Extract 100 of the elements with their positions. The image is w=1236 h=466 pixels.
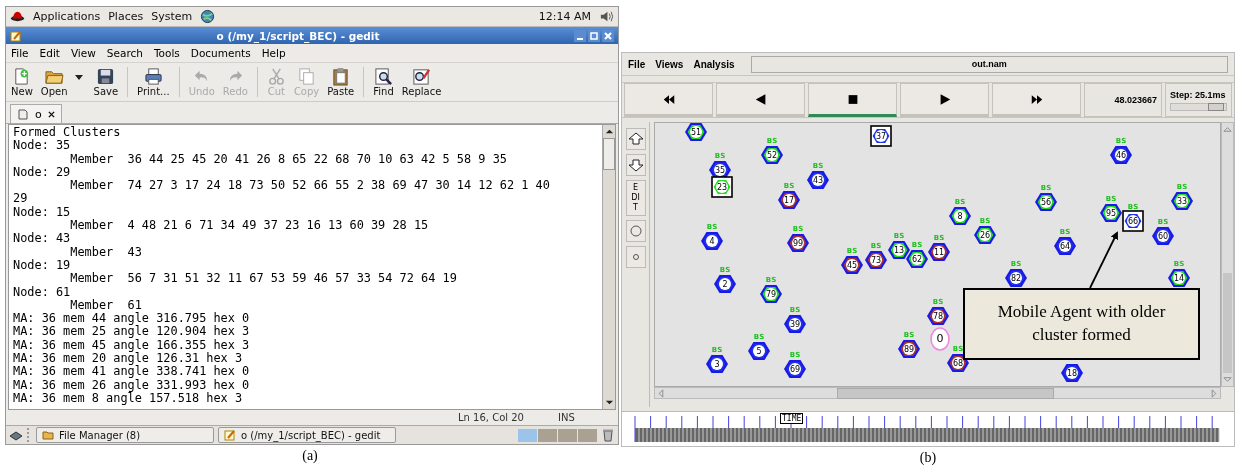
globe-icon[interactable] [200, 9, 216, 24]
text-line: 29 [13, 192, 29, 206]
notepad-icon [224, 429, 236, 441]
network-node[interactable]: 26 [974, 226, 996, 244]
workspace-switch[interactable] [558, 428, 577, 442]
minimize-icon[interactable] [574, 29, 586, 42]
network-node[interactable]: 73 [865, 251, 887, 269]
zoom-out-button[interactable] [625, 154, 646, 176]
scroll-thumb[interactable] [603, 138, 615, 170]
maximize-icon[interactable] [588, 29, 600, 42]
scroll-down-icon[interactable] [604, 398, 614, 407]
network-node[interactable]: 78 [927, 307, 949, 325]
menu-item[interactable]: Views [655, 58, 684, 70]
network-node[interactable]: 89 [898, 340, 920, 358]
document-tab[interactable]: o [10, 104, 62, 123]
network-node[interactable]: 64 [1054, 237, 1076, 255]
menu-item[interactable]: Edit [39, 47, 60, 59]
timeline[interactable]: TIME [622, 411, 1234, 446]
network-node[interactable]: 33 [1171, 192, 1193, 210]
rewind-button[interactable] [624, 83, 713, 117]
network-node[interactable]: 43 [807, 171, 829, 189]
toolbar-button[interactable]: Open [37, 67, 71, 97]
small-circle-button[interactable] [625, 246, 646, 268]
taskbar-button[interactable]: o (/my_1/script_BEC) - gedit [218, 427, 396, 443]
zoom-in-button[interactable] [625, 128, 646, 150]
network-node[interactable]: 3 [706, 355, 728, 373]
network-node[interactable]: 0 [930, 327, 950, 351]
menu-item[interactable]: View [70, 47, 96, 59]
panel-menu[interactable]: System [151, 10, 193, 23]
clock[interactable]: 12:14 AM [538, 10, 591, 23]
network-node[interactable]: 14 [1168, 269, 1190, 287]
vertical-scrollbar[interactable] [602, 125, 615, 409]
menu-item[interactable]: Documents [190, 47, 251, 59]
menu-item[interactable]: Tools [153, 47, 180, 59]
workspace-switch[interactable] [518, 428, 537, 442]
workspace-switch[interactable] [578, 428, 597, 442]
text-line: Formed Clusters [13, 126, 122, 139]
network-node[interactable]: 4 [701, 232, 723, 250]
toolbar-button[interactable]: Find [370, 67, 397, 97]
vertical-scrollbar[interactable] [1221, 122, 1234, 387]
folder-icon [42, 429, 54, 441]
edit-button[interactable]: EDIT [625, 180, 646, 216]
fast-forward-button[interactable] [992, 83, 1081, 117]
network-node[interactable]: 23 [711, 176, 733, 198]
network-node[interactable]: 99 [787, 234, 809, 252]
trash-icon[interactable] [601, 428, 615, 442]
dropdown-caret-icon[interactable] [74, 74, 83, 80]
network-node[interactable]: 11 [928, 243, 950, 261]
scroll-up-icon[interactable] [604, 127, 614, 136]
network-node[interactable]: 2 [714, 275, 736, 293]
workspace-switch[interactable] [538, 428, 557, 442]
network-node[interactable]: 39 [784, 315, 806, 333]
time-marker[interactable]: TIME [780, 413, 804, 424]
text-line: Node: 43 [13, 232, 72, 246]
menu-item[interactable]: Search [106, 47, 143, 59]
stop-button[interactable] [808, 83, 897, 117]
scroll-thumb[interactable] [837, 387, 1054, 399]
menu-item[interactable]: File [11, 47, 29, 59]
network-node[interactable]: 69 [784, 360, 806, 378]
network-node[interactable]: 82 [1005, 269, 1027, 287]
slider-thumb[interactable] [1208, 102, 1224, 111]
network-node[interactable]: 66 [1122, 210, 1144, 232]
network-node[interactable]: 17 [778, 191, 800, 209]
toolbar-button[interactable]: Print... [134, 67, 173, 97]
step-slider[interactable] [1170, 102, 1227, 111]
network-node[interactable]: 79 [760, 285, 782, 303]
toolbar-button[interactable]: Save [90, 67, 122, 97]
toolbar-button[interactable]: Replace [398, 67, 445, 97]
speaker-icon[interactable] [599, 9, 614, 24]
close-icon[interactable] [47, 110, 55, 118]
network-node[interactable]: 60 [1152, 227, 1174, 245]
network-node[interactable]: 37 [870, 125, 892, 147]
toolbar-button[interactable]: Paste [324, 67, 358, 97]
panel-menu[interactable]: Places [108, 10, 144, 23]
scroll-right-icon[interactable] [1211, 388, 1217, 398]
network-node[interactable]: 46 [1110, 146, 1132, 164]
cursor-position: Ln 16, Col 20 [458, 412, 525, 423]
menu-item[interactable]: Help [261, 47, 286, 59]
network-node[interactable]: 18 [1061, 364, 1083, 382]
network-node[interactable]: 13 [888, 241, 910, 259]
toolbar-button[interactable]: New [8, 67, 36, 97]
network-node[interactable]: 56 [1035, 193, 1057, 211]
scroll-left-icon[interactable] [658, 388, 664, 398]
network-node[interactable]: 62 [906, 250, 928, 268]
text-line: MA: 36 mem 45 angle 166.355 hex 3 [13, 338, 251, 353]
horizontal-scrollbar[interactable] [654, 387, 1221, 399]
circle-button[interactable] [625, 220, 646, 242]
network-node[interactable]: 45 [841, 256, 863, 274]
menu-item[interactable]: Analysis [693, 58, 735, 70]
network-node[interactable]: 95 [1100, 204, 1122, 222]
text-line: Member 4 48 21 6 71 34 49 37 23 16 13 60 39 28 15 [70, 219, 430, 233]
notepad-icon [10, 29, 22, 42]
network-node[interactable]: 52 [761, 146, 783, 164]
taskbar-button[interactable]: File Manager (8) [36, 427, 214, 443]
network-node[interactable]: 5 [748, 342, 770, 360]
menu-item[interactable]: File [628, 58, 646, 70]
scroll-thumb[interactable] [1223, 273, 1232, 373]
network-node[interactable]: 51 [685, 123, 707, 141]
network-node[interactable]: 8 [949, 207, 971, 225]
panel-menu[interactable]: Applications [33, 10, 101, 23]
